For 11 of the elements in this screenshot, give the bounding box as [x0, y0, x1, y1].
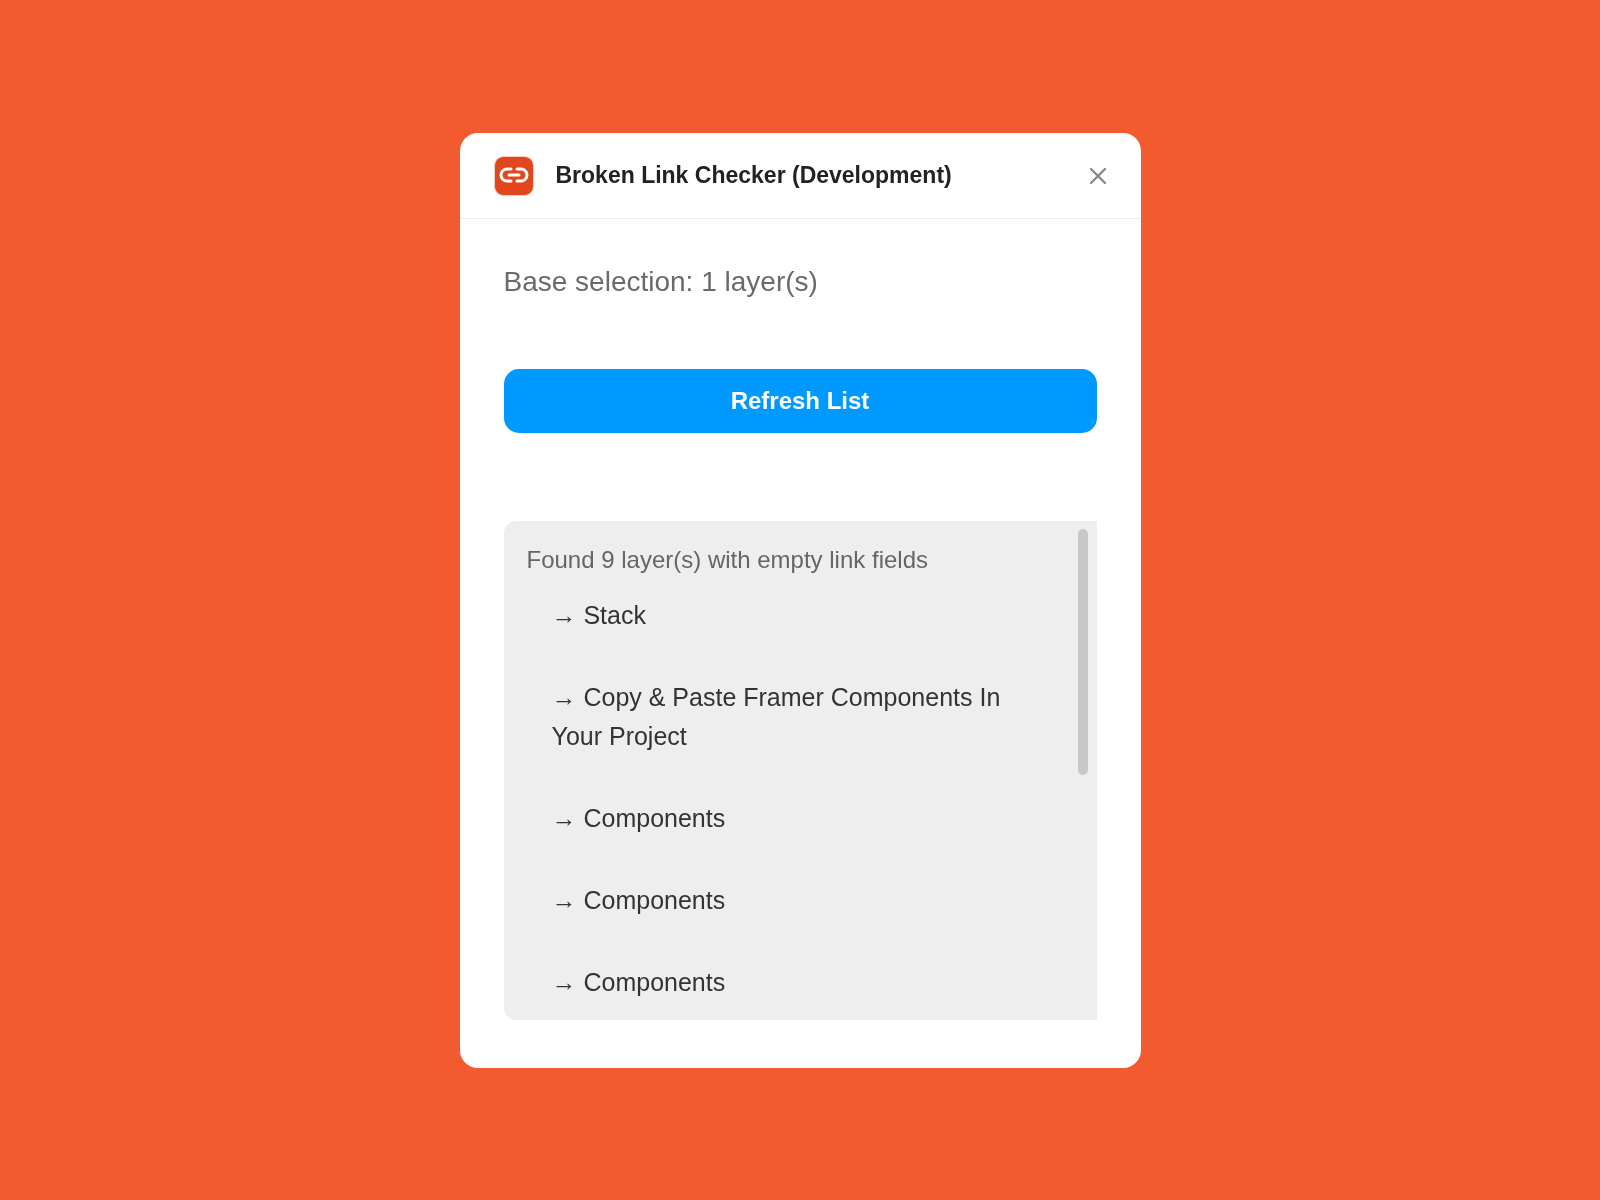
layer-list-item[interactable]: → Components: [551, 963, 726, 1002]
close-icon: [1088, 166, 1107, 185]
layer-list-item[interactable]: → Components: [551, 881, 726, 920]
base-selection-text: Base selection: 1 layer(s): [503, 265, 818, 299]
chain-link-icon: [493, 155, 534, 196]
layer-list-item[interactable]: → Components: [551, 799, 726, 838]
window-title: Broken Link Checker (Development): [555, 162, 953, 189]
scrollbar-thumb[interactable]: [1077, 529, 1088, 775]
layer-list-item[interactable]: → Stack: [551, 596, 646, 635]
layer-list-item[interactable]: → Copy & Paste Framer Components In Your Project: [551, 678, 1002, 756]
results-summary: Found 9 layer(s) with empty link fields: [526, 545, 928, 575]
